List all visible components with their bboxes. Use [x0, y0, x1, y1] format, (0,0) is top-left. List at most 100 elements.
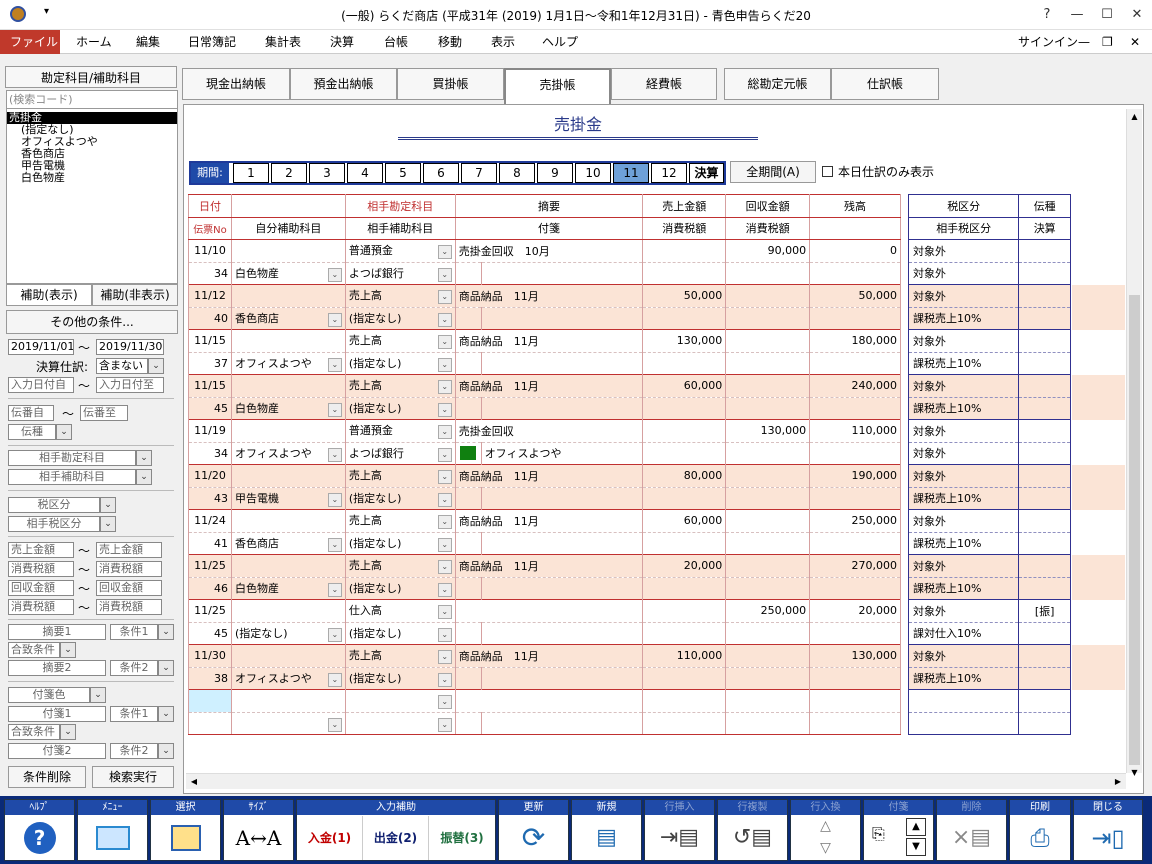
- tekiyo-cell[interactable]: 売掛金回収: [454, 419, 644, 442]
- date-cell[interactable]: 11/30: [188, 644, 232, 667]
- tab-deposit[interactable]: 預金出納帳: [290, 68, 397, 100]
- fusen-cell[interactable]: [480, 666, 644, 690]
- tax-row-sub[interactable]: [907, 711, 1071, 735]
- tax-row[interactable]: [907, 689, 1071, 712]
- fjoken1-select[interactable]: 条件1: [110, 706, 158, 722]
- den-cell[interactable]: 38: [188, 666, 232, 690]
- fusen-cell[interactable]: オフィスよつや: [480, 441, 644, 465]
- chevron-down-icon[interactable]: ⌄: [437, 425, 452, 440]
- zei-cell[interactable]: 対象外: [907, 644, 1020, 667]
- empty-cell[interactable]: [230, 329, 346, 352]
- self-sub-cell[interactable]: ⌄: [230, 711, 346, 735]
- ledger-row-sub[interactable]: 40 香色商店 ⌄ (指定なし) ⌄: [188, 306, 901, 330]
- tab-general-ledger[interactable]: 総勘定元帳: [724, 68, 831, 100]
- kaishu-cell[interactable]: [725, 374, 811, 397]
- chevron-down-icon[interactable]: ⌄: [437, 560, 452, 575]
- chevron-down-icon[interactable]: ⌄: [437, 470, 452, 485]
- shohi2-cell[interactable]: [725, 486, 811, 510]
- tekiyo-cell[interactable]: 商品納品 11月: [454, 509, 644, 532]
- restore-icon[interactable]: ❐: [1092, 30, 1123, 54]
- acct-cell[interactable]: 売上高 ⌄: [344, 284, 456, 307]
- menu-file[interactable]: ファイル: [0, 30, 60, 54]
- account-tree[interactable]: (検索コード) 売掛金 (指定なし) オフィスよつや 香色商店 甲告電機 白色物…: [6, 90, 178, 284]
- aite-sub-cell[interactable]: (指定なし) ⌄: [344, 486, 456, 510]
- shohi-cell[interactable]: [642, 711, 727, 735]
- month-kessan[interactable]: 決算: [689, 163, 724, 183]
- aite-sub-cell[interactable]: (指定なし) ⌄: [344, 531, 456, 555]
- zei-select[interactable]: 税区分: [8, 497, 100, 513]
- fusen-color-cell[interactable]: [454, 621, 482, 645]
- month-12[interactable]: 12: [651, 163, 687, 183]
- den-to[interactable]: 伝番至: [80, 405, 128, 421]
- horizontal-scrollbar[interactable]: ◀ ▶: [186, 773, 1126, 789]
- uri-cell[interactable]: 130,000: [642, 329, 727, 352]
- new-entry-row[interactable]: ⌄: [188, 689, 901, 712]
- date-cell[interactable]: 11/15: [188, 329, 232, 352]
- tree-item[interactable]: 白色物産: [7, 172, 177, 184]
- ledger-row-sub[interactable]: 46 白色物産 ⌄ (指定なし) ⌄: [188, 576, 901, 600]
- empty-cell[interactable]: [230, 239, 346, 262]
- kaishu-cell[interactable]: [725, 644, 811, 667]
- tax-row-sub[interactable]: 課税売上10%: [907, 531, 1071, 555]
- shohi2-cell[interactable]: [725, 666, 811, 690]
- tax-row[interactable]: 対象外: [907, 644, 1071, 667]
- scroll-down-icon[interactable]: ▼: [1127, 765, 1142, 781]
- help-tool[interactable]: ﾍﾙﾌﾟ?: [4, 799, 75, 861]
- den-cell[interactable]: 45: [188, 621, 232, 645]
- chevron-down-icon[interactable]: ⌄: [158, 706, 174, 722]
- tax-row-sub[interactable]: 課税売上10%: [907, 576, 1071, 600]
- kaishu-cell[interactable]: 90,000: [725, 239, 811, 262]
- month-4[interactable]: 4: [347, 163, 383, 183]
- den-cell[interactable]: 40: [188, 306, 232, 330]
- date-cell[interactable]: 11/12: [188, 284, 232, 307]
- kaishu-cell[interactable]: [725, 689, 811, 712]
- chevron-down-icon[interactable]: ⌄: [327, 627, 342, 642]
- menu-settlement[interactable]: 決算: [320, 30, 364, 54]
- close-window-button[interactable]: ✕: [1122, 0, 1152, 30]
- tekiyo-cell[interactable]: [454, 689, 644, 712]
- fusen-color-cell[interactable]: [454, 261, 482, 285]
- tax-row-sub[interactable]: 課税売上10%: [907, 666, 1071, 690]
- aite-sub-cell[interactable]: よつば銀行 ⌄: [344, 261, 456, 285]
- ledger-row[interactable]: 11/15 売上高 ⌄ 商品納品 11月 60,000 240,000: [188, 374, 901, 397]
- input-date-to[interactable]: 入力日付至: [96, 377, 164, 393]
- zei-cell[interactable]: 対象外: [907, 509, 1020, 532]
- den-cell[interactable]: 46: [188, 576, 232, 600]
- aite-zei-cell[interactable]: 対象外: [907, 441, 1020, 465]
- fusen-cell[interactable]: [480, 396, 644, 420]
- empty-cell[interactable]: [230, 689, 346, 712]
- shohi-cell[interactable]: [642, 441, 727, 465]
- month-10[interactable]: 10: [575, 163, 611, 183]
- search-code-input[interactable]: (検索コード): [7, 91, 177, 109]
- ledger-row[interactable]: 11/30 売上高 ⌄ 商品納品 11月 110,000 130,000: [188, 644, 901, 667]
- chevron-down-icon[interactable]: ⌄: [158, 660, 174, 676]
- chevron-down-icon[interactable]: ⌄: [327, 267, 342, 282]
- chevron-down-icon[interactable]: ⌄: [437, 245, 452, 260]
- month-5[interactable]: 5: [385, 163, 421, 183]
- menu-summary[interactable]: 集計表: [255, 30, 311, 54]
- shohi2-cell[interactable]: [725, 261, 811, 285]
- input-date-from[interactable]: 入力日付自: [8, 377, 74, 393]
- chevron-down-icon[interactable]: ⌄: [327, 672, 342, 687]
- acct-cell[interactable]: 売上高 ⌄: [344, 374, 456, 397]
- acct-cell[interactable]: 普通預金 ⌄: [344, 239, 456, 262]
- fusen-cell[interactable]: [480, 621, 644, 645]
- fusen-color-cell[interactable]: [454, 711, 482, 735]
- fusen-tool[interactable]: 付箋 ⎘ ▲ ▼: [863, 799, 934, 861]
- ledger-row-sub[interactable]: 34 白色物産 ⌄ よつば銀行 ⌄: [188, 261, 901, 285]
- aite-zei-cell[interactable]: 課対仕入10%: [907, 621, 1020, 645]
- self-sub-cell[interactable]: 白色物産 ⌄: [230, 576, 346, 600]
- chevron-down-icon[interactable]: ⌄: [437, 695, 452, 710]
- aite-sub-cell[interactable]: (指定なし) ⌄: [344, 666, 456, 690]
- uri-cell[interactable]: [642, 419, 727, 442]
- acct-cell[interactable]: 仕入高 ⌄: [344, 599, 456, 622]
- den-cell[interactable]: 34: [188, 441, 232, 465]
- self-sub-cell[interactable]: オフィスよつや ⌄: [230, 441, 346, 465]
- delete-tool[interactable]: 削除 ×▤: [936, 799, 1007, 861]
- ledger-row[interactable]: 11/10 普通預金 ⌄ 売掛金回収 10月 90,000 0: [188, 239, 901, 262]
- tax-row[interactable]: 対象外: [907, 509, 1071, 532]
- aite-zei-cell[interactable]: 課税売上10%: [907, 351, 1020, 375]
- sub-show-tab[interactable]: 補助(表示): [6, 284, 92, 306]
- fusen-up-icon[interactable]: ▲: [906, 818, 926, 836]
- fusen-color-cell[interactable]: [454, 396, 482, 420]
